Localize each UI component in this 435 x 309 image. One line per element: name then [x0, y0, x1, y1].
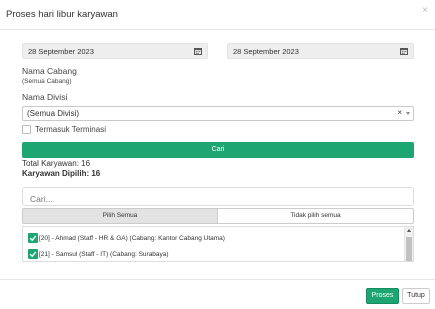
proses-button[interactable]: Proses: [366, 288, 399, 304]
total-karyawan: Total Karyawan: 16: [22, 159, 91, 168]
scroll-up-icon[interactable]: [407, 229, 411, 232]
termasuk-terminasi-checkbox[interactable]: [22, 125, 31, 134]
employee-label: [21] - Samsul (Staff - IT) (Cabang: Sura…: [39, 251, 169, 258]
footer-divider: [0, 279, 435, 280]
cari-button[interactable]: Cari: [22, 142, 414, 158]
calendar-icon[interactable]: [194, 47, 202, 55]
dialog-title: Proses hari libur karyawan: [6, 9, 118, 20]
end-date-input[interactable]: 28 September 2023: [227, 43, 414, 59]
divisi-select[interactable]: (Semua Divisi) ×: [22, 106, 414, 121]
tutup-button[interactable]: Tutup: [402, 288, 430, 304]
close-icon[interactable]: ×: [422, 5, 428, 16]
scroll-thumb[interactable]: [406, 237, 412, 261]
list-scrollbar[interactable]: [404, 227, 413, 261]
list-item[interactable]: [21] - Samsul (Staff - IT) (Cabang: Sura…: [23, 248, 403, 261]
cabang-value[interactable]: (Semua Cabang): [22, 78, 72, 85]
search-input[interactable]: [22, 187, 414, 206]
divisi-label: Nama Divisi: [22, 92, 68, 102]
employee-label: [20] - Ahmad (Staff - HR & GA) (Cabang: …: [39, 235, 225, 242]
checkbox-checked-icon[interactable]: [28, 249, 38, 259]
chevron-down-icon[interactable]: [406, 112, 410, 115]
divisi-selected-value: (Semua Divisi): [27, 109, 80, 118]
select-all-button[interactable]: Pilih Semua: [22, 208, 218, 224]
start-date-input[interactable]: 28 September 2023: [22, 43, 208, 59]
end-date-value: 28 September 2023: [233, 47, 299, 56]
checkbox-checked-icon[interactable]: [28, 233, 38, 243]
cabang-label: Nama Cabang: [22, 66, 77, 76]
karyawan-dipilih: Karyawan Dipilih: 16: [22, 169, 101, 178]
employee-list[interactable]: [20] - Ahmad (Staff - HR & GA) (Cabang: …: [22, 226, 414, 262]
modal-header: Proses hari libur karyawan ×: [0, 0, 435, 30]
deselect-all-button[interactable]: Tidak pilih semua: [218, 208, 414, 224]
clear-icon[interactable]: ×: [397, 108, 402, 117]
termasuk-terminasi-label: Termasuk Terminasi: [35, 125, 106, 134]
list-item[interactable]: [20] - Ahmad (Staff - HR & GA) (Cabang: …: [23, 232, 403, 246]
start-date-value: 28 September 2023: [28, 47, 94, 56]
calendar-icon[interactable]: [400, 47, 408, 55]
